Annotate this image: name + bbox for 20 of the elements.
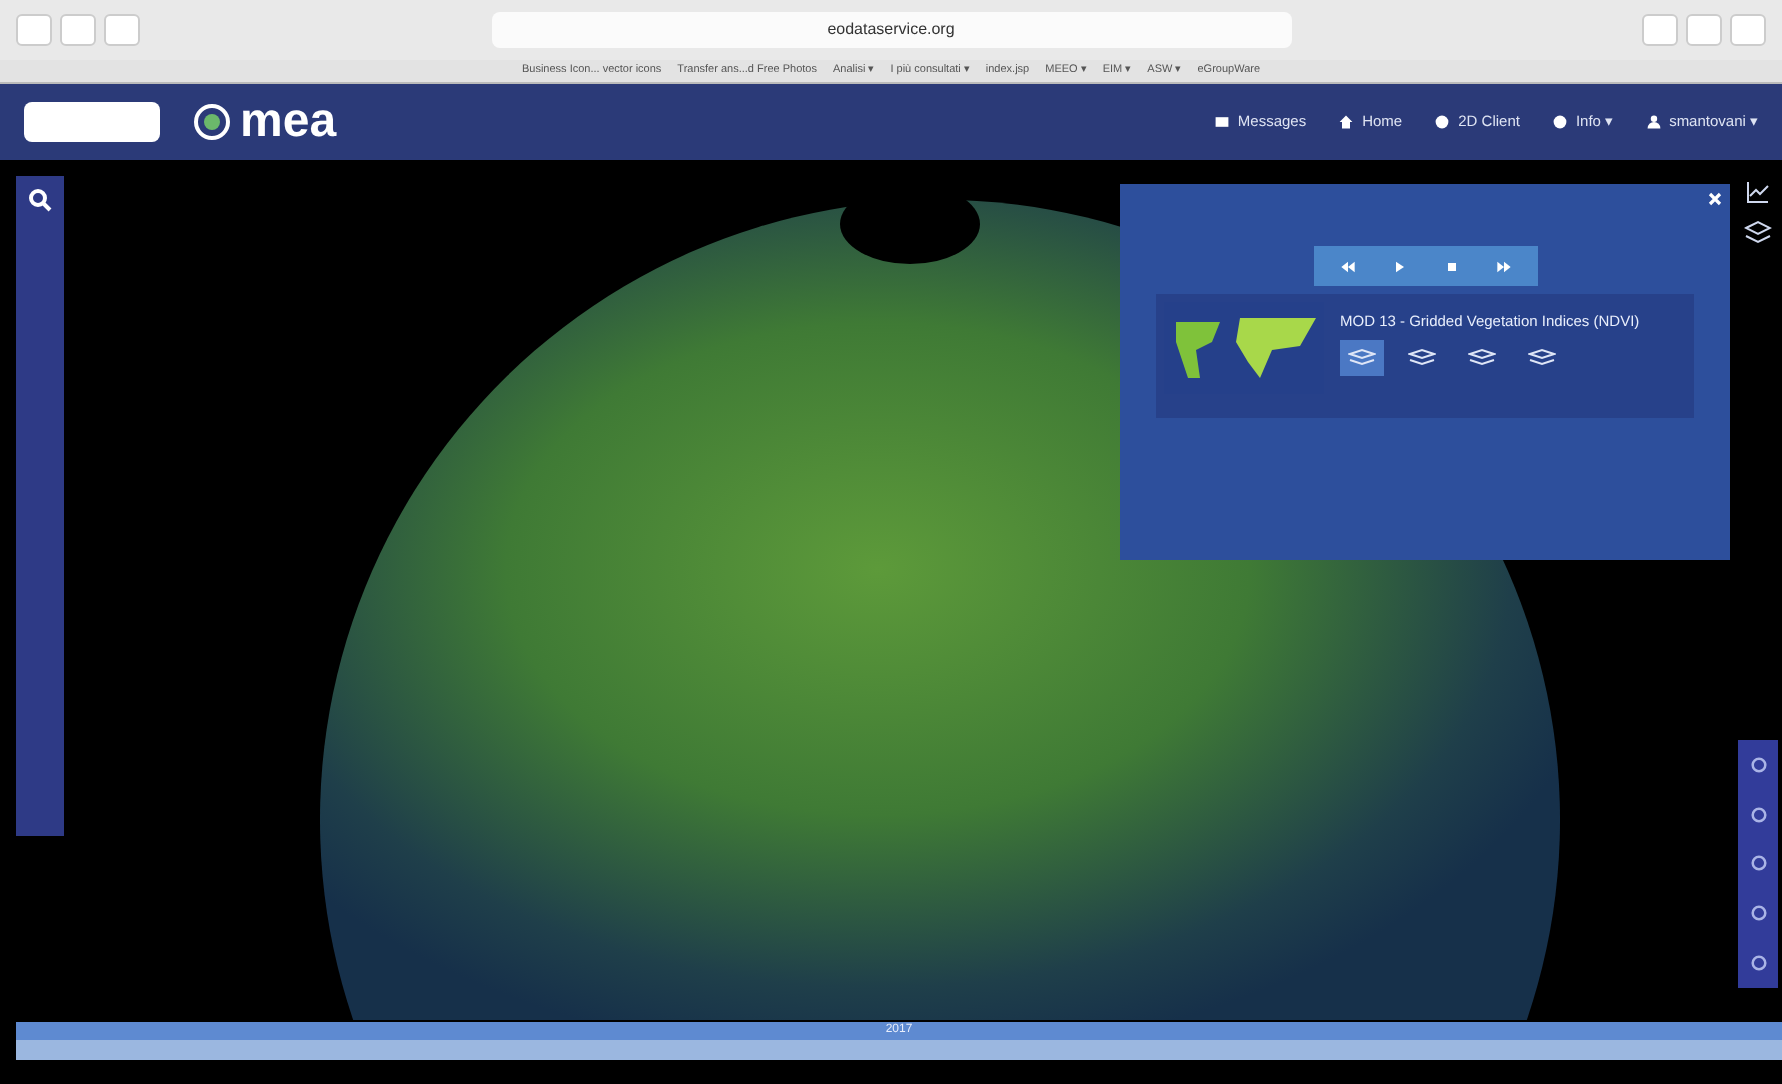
view-mode-button[interactable] [1340,340,1384,377]
logo-icon [192,102,232,142]
home-icon [1338,114,1355,130]
rewind-icon[interactable] [1339,259,1355,273]
stop-icon[interactable] [1443,259,1459,273]
chart-icon[interactable] [1746,180,1770,204]
search-icon[interactable] [28,188,52,212]
fast-forward-icon[interactable] [1495,259,1511,273]
close-icon[interactable] [1708,192,1722,206]
layers-icon [1528,348,1556,369]
user-icon [1645,114,1662,130]
circle-icon[interactable] [1749,954,1767,973]
layers-icon[interactable] [1744,220,1772,244]
logo-text: mea [240,98,337,146]
layers-icon [1348,348,1376,369]
layers-icon [1468,348,1496,369]
play-icon[interactable] [1391,259,1407,273]
timeline-track[interactable] [16,1040,1782,1060]
layers-icon [1408,348,1436,369]
address-bar[interactable]: eodataservice.org [491,12,1291,48]
